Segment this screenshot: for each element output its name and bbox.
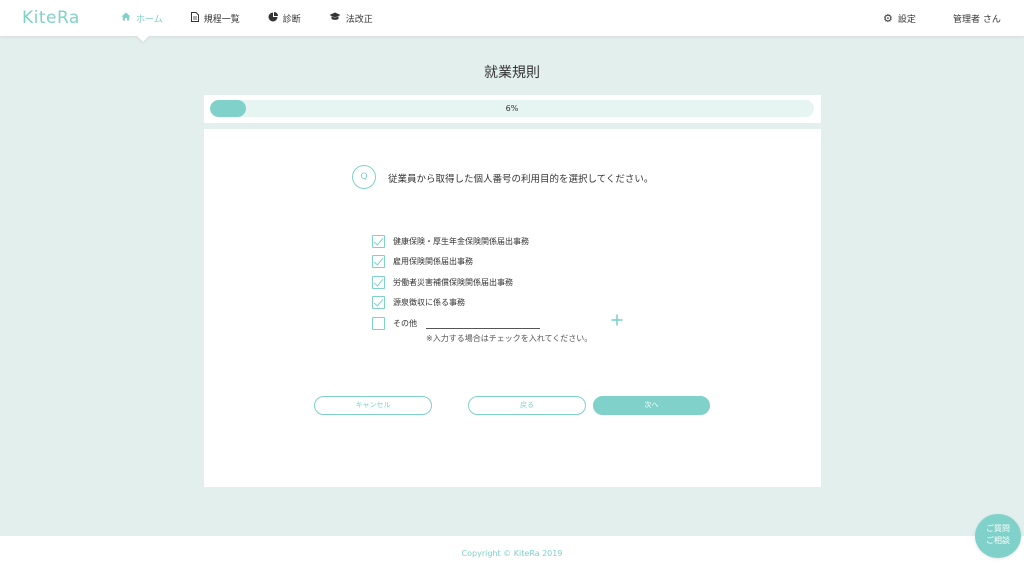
gear-icon: ⚙ bbox=[883, 11, 893, 25]
settings-label: 設定 bbox=[897, 14, 916, 25]
checkbox[interactable] bbox=[372, 255, 385, 269]
consult-button[interactable]: ご質問 ご相談 bbox=[975, 514, 1021, 558]
option-label: 雇用保険関係届出事務 bbox=[393, 257, 473, 267]
other-text-input[interactable] bbox=[426, 327, 540, 329]
input-note: ※入力する場合はチェックを入れてください。 bbox=[426, 334, 593, 343]
option-item-other[interactable]: その他 bbox=[372, 313, 540, 334]
question-text: 従業員から取得した個人番号の利用目的を選択してください。 bbox=[388, 174, 654, 185]
nav-item-label: 診断 bbox=[282, 14, 301, 25]
consult-label-line1: ご質問 bbox=[986, 524, 1010, 533]
top-header: KiteRa ホーム 規程一覧 診断 法改正 ⚙ 設定 管理者 さん bbox=[0, 0, 1024, 42]
option-label: その他 bbox=[393, 318, 417, 328]
nav-item-diagnosis[interactable]: 診断 bbox=[268, 0, 301, 36]
next-button[interactable]: 次へ bbox=[593, 396, 710, 415]
nav-item-label: 法改正 bbox=[345, 14, 373, 25]
question-panel: Q 従業員から取得した個人番号の利用目的を選択してください。 健康保険・厚生年金… bbox=[204, 129, 821, 487]
progress-panel: 6% bbox=[204, 95, 821, 123]
progress-label: 6% bbox=[505, 104, 519, 113]
home-icon bbox=[121, 12, 131, 24]
footer: Copyright © KiteRa 2019 bbox=[0, 536, 1024, 562]
logo[interactable]: KiteRa bbox=[22, 8, 80, 28]
option-item[interactable]: 雇用保険関係届出事務 bbox=[372, 252, 529, 273]
progress-bar: 6% bbox=[210, 100, 814, 117]
nav-item-law-revision[interactable]: 法改正 bbox=[329, 0, 373, 36]
nav-item-rules-list[interactable]: 規程一覧 bbox=[190, 0, 240, 36]
checkbox[interactable] bbox=[372, 275, 385, 289]
copyright-text: Copyright © KiteRa 2019 bbox=[461, 549, 563, 558]
document-icon bbox=[190, 11, 199, 25]
user-label: 管理者 さん bbox=[953, 14, 1001, 25]
cancel-button[interactable]: キャンセル bbox=[314, 396, 432, 415]
nav-item-label: 規程一覧 bbox=[203, 14, 240, 25]
add-icon[interactable] bbox=[611, 313, 623, 329]
consult-label-line2: ご相談 bbox=[986, 536, 1010, 545]
option-label: 健康保険・厚生年金保険関係届出事務 bbox=[393, 236, 529, 246]
option-item[interactable]: 健康保険・厚生年金保険関係届出事務 bbox=[372, 231, 529, 252]
checkbox[interactable] bbox=[372, 296, 385, 310]
nav-item-home[interactable]: ホーム bbox=[121, 0, 163, 42]
settings-link[interactable]: ⚙ 設定 bbox=[883, 0, 916, 36]
nav-item-label: ホーム bbox=[136, 14, 163, 25]
question-badge: Q bbox=[352, 165, 376, 189]
options-list: 健康保険・厚生年金保険関係届出事務 雇用保険関係届出事務 労働者災害補償保険関係… bbox=[372, 231, 540, 334]
page-title: 就業規則 bbox=[484, 65, 540, 81]
option-item[interactable]: 源泉徴収に係る事務 bbox=[372, 293, 529, 314]
option-label: 労働者災害補償保険関係届出事務 bbox=[393, 277, 513, 287]
back-button[interactable]: 戻る bbox=[468, 396, 586, 415]
option-item[interactable]: 労働者災害補償保険関係届出事務 bbox=[372, 272, 529, 293]
main-nav: ホーム 規程一覧 診断 法改正 bbox=[121, 0, 401, 42]
checkbox[interactable] bbox=[372, 316, 385, 330]
active-caret bbox=[137, 36, 149, 42]
checkbox[interactable] bbox=[372, 234, 385, 248]
pie-chart-icon bbox=[268, 11, 278, 25]
user-menu[interactable]: 管理者 さん bbox=[953, 0, 1001, 36]
option-label: 源泉徴収に係る事務 bbox=[393, 298, 465, 308]
graduation-cap-icon bbox=[329, 12, 341, 24]
